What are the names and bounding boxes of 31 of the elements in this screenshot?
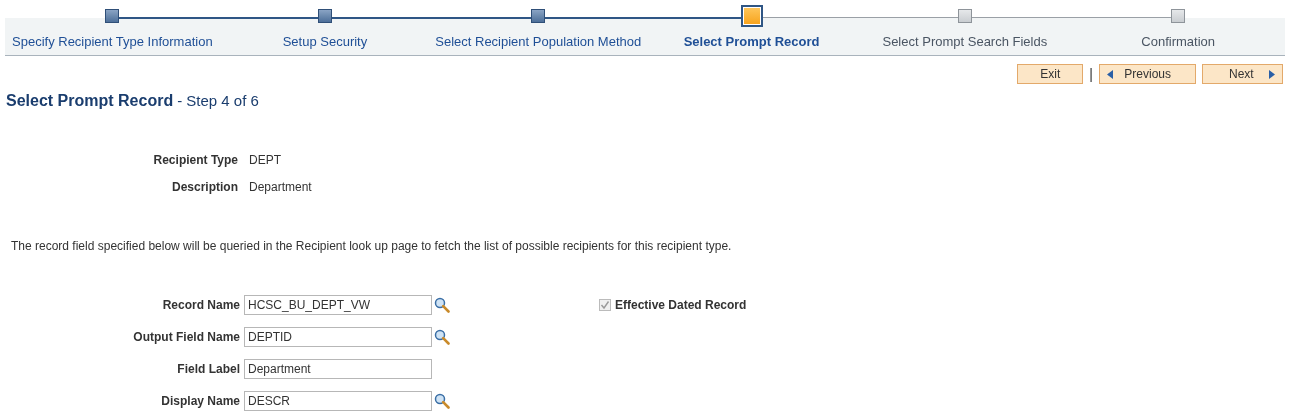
step-link[interactable]: Select Recipient Population Method	[435, 34, 642, 49]
page-title: Select Prompt Record	[6, 92, 174, 109]
field-label: Output Field Name	[132, 330, 241, 344]
search-icon[interactable]	[434, 297, 450, 313]
step-indicator: - Step 4 of 6	[177, 92, 259, 109]
input-field[interactable]: DEPTID	[244, 327, 432, 347]
right-arrow-icon	[1269, 69, 1275, 79]
field-label: Record Name	[161, 298, 241, 312]
input-field[interactable]: Department	[244, 359, 432, 379]
field-label: Recipient Type	[153, 153, 238, 167]
field-label: Display Name	[160, 394, 241, 408]
exit-button[interactable]: Exit	[1017, 64, 1084, 84]
previous-button[interactable]: Previous	[1099, 64, 1196, 84]
input-field[interactable]: DESCR	[244, 391, 432, 411]
step-link[interactable]: Confirmation	[1141, 34, 1215, 49]
field-label: Description	[172, 180, 238, 194]
field-value: DEPT	[249, 153, 281, 167]
input-field[interactable]: HCSC_BU_DEPT_VW	[244, 295, 432, 315]
step-link[interactable]: Setup Security	[282, 34, 368, 49]
next-button[interactable]: Next	[1202, 64, 1283, 84]
field-label: Field Label	[176, 362, 241, 376]
search-icon[interactable]	[434, 393, 450, 409]
instruction-text: The record field specified below will be queried in the Recipient look up page to fetch the list of possible recipients for this recipient type.	[11, 239, 733, 253]
checkbox-label: Effective Dated Record	[615, 298, 747, 312]
step-link[interactable]: Select Prompt Record	[683, 34, 820, 49]
step-link[interactable]: Specify Recipient Type Information	[12, 34, 213, 49]
step-link[interactable]: Select Prompt Search Fields	[882, 34, 1048, 49]
search-icon[interactable]	[434, 329, 450, 345]
separator: |	[1089, 66, 1093, 82]
left-arrow-icon	[1107, 69, 1113, 79]
field-value: Department	[249, 180, 312, 194]
